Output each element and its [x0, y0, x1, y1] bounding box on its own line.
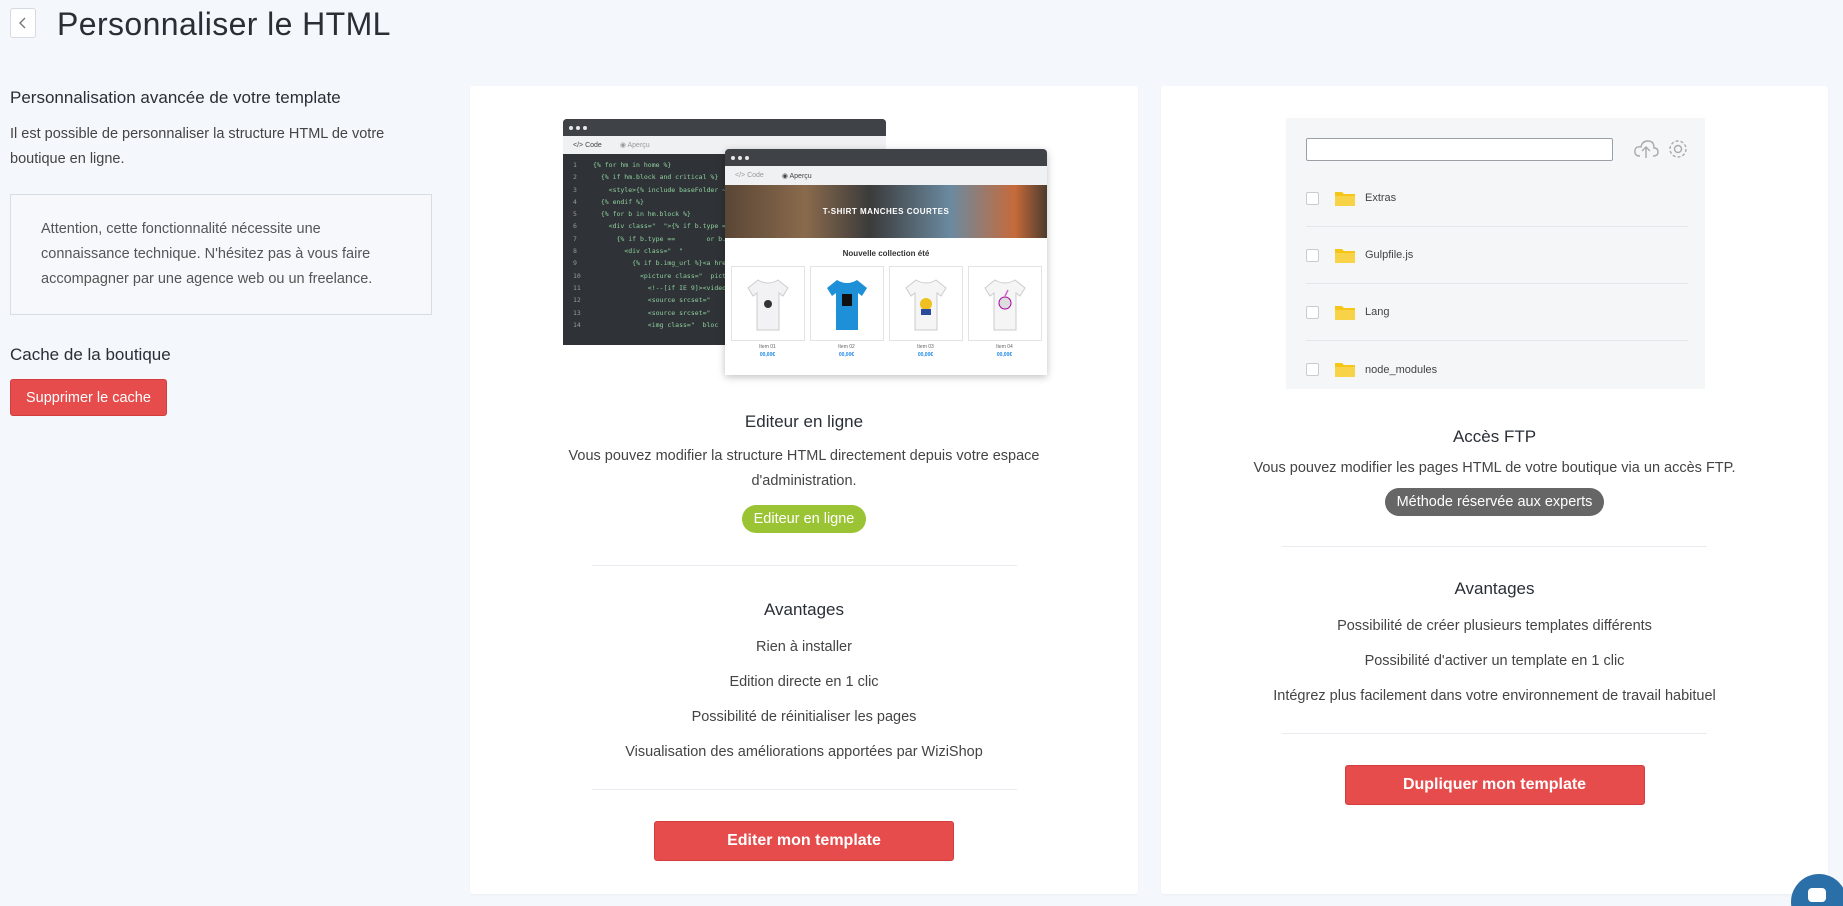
collection-title: Nouvelle collection été — [842, 249, 930, 258]
shop-banner: T-SHIRT MANCHES COURTES — [725, 185, 1047, 238]
list-item: Edition directe en 1 clic — [729, 674, 879, 690]
editor-badge[interactable]: Editeur en ligne — [741, 505, 867, 533]
shop-preview-mockup: </> Code ◉ Aperçu T-SHIRT MANCHES COURTE… — [725, 149, 1047, 375]
tshirt-icon — [983, 278, 1026, 330]
duplicate-template-button[interactable]: Dupliquer mon template — [1344, 765, 1645, 805]
file-row: Gulpfile.js — [1306, 227, 1688, 284]
list-item: Intégrez plus facilement dans votre envi… — [1273, 688, 1716, 704]
preview-tab: ◉ Aperçu — [619, 142, 650, 149]
list-item: Possibilité de réinitialiser les pages — [691, 709, 917, 725]
product-prices: Item 01 00,00€ Item 02 00,00€ Item 03 00,00… — [759, 344, 1013, 358]
file-row: Lang — [1306, 284, 1688, 341]
warning-box: Attention, cette fonctionnalité nécessit… — [10, 194, 432, 315]
file-checkbox — [1306, 363, 1319, 376]
list-item: Visualisation des améliorations apportée… — [625, 744, 983, 760]
divider — [1282, 733, 1707, 734]
divider — [591, 565, 1017, 566]
ftp-card: Extras Gulpfile.js Lang node_modules Acc… — [1161, 86, 1828, 894]
folder-icon — [1335, 363, 1355, 377]
ftp-title: Accès FTP — [1452, 427, 1537, 446]
ftp-path-input — [1306, 138, 1613, 161]
product-card — [888, 266, 963, 341]
ftp-badge: Méthode réservée aux experts — [1384, 488, 1605, 516]
product-grid — [725, 266, 1047, 341]
folder-icon — [1335, 191, 1355, 206]
editor-advantages-title: Avantages — [763, 600, 845, 619]
cache-heading: Cache de la boutique — [10, 345, 171, 364]
editor-title: Editeur en ligne — [744, 412, 864, 431]
tshirt-icon — [746, 278, 789, 330]
cloud-upload-icon — [1634, 140, 1659, 158]
advanced-description: Il est possible de personnaliser la stru… — [10, 126, 385, 167]
product-card — [809, 266, 884, 341]
preview-tab-2: ◉ Aperçu — [781, 172, 812, 180]
tshirt-icon — [904, 278, 947, 330]
file-checkbox — [1306, 305, 1319, 319]
divider — [591, 789, 1017, 790]
file-checkbox — [1306, 191, 1319, 205]
product-card — [730, 266, 805, 341]
online-editor-card: </> Code ◉ Aperçu 1 {% for hm in home %} 2… — [470, 86, 1138, 894]
tshirt-icon — [826, 279, 867, 330]
editor-description: Vous pouvez modifier la structure HTML d… — [568, 448, 1040, 489]
file-row: Extras — [1306, 170, 1688, 227]
ftp-mockup: Extras Gulpfile.js Lang node_modules — [1286, 118, 1705, 389]
clear-cache-button[interactable]: Supprimer le cache — [10, 379, 167, 416]
advanced-heading: Personnalisation avancée de votre templa… — [10, 88, 341, 107]
ftp-description: Vous pouvez modifier les pages HTML de v… — [1253, 460, 1736, 476]
ftp-advantages-title: Avantages — [1454, 579, 1535, 598]
back-button[interactable] — [10, 8, 36, 38]
code-tab-2: </> Code — [735, 172, 764, 179]
folder-icon — [1335, 248, 1355, 263]
page-title: Personnaliser le HTML — [57, 6, 391, 42]
ftp-advantages-list: Possibilité de créer plusieurs templates… — [1161, 609, 1828, 714]
list-item: Possibilité d'activer un template en 1 c… — [1364, 653, 1625, 669]
editor-advantages-list: Rien à installer Edition directe en 1 cl… — [470, 630, 1138, 770]
file-checkbox — [1306, 248, 1319, 262]
file-row: node_modules — [1306, 341, 1688, 398]
folder-icon — [1335, 305, 1355, 320]
code-tab: </> Code — [573, 141, 602, 149]
chevron-left-icon — [19, 17, 26, 29]
left-panel: Personnalisation avancée de votre templa… — [10, 88, 432, 416]
list-item: Possibilité de créer plusieurs templates… — [1337, 618, 1652, 634]
product-card — [967, 266, 1042, 341]
edit-template-button[interactable]: Editer mon template — [654, 821, 954, 861]
gear-icon — [1669, 140, 1687, 158]
list-item: Rien à installer — [756, 639, 852, 655]
divider — [1282, 546, 1707, 547]
